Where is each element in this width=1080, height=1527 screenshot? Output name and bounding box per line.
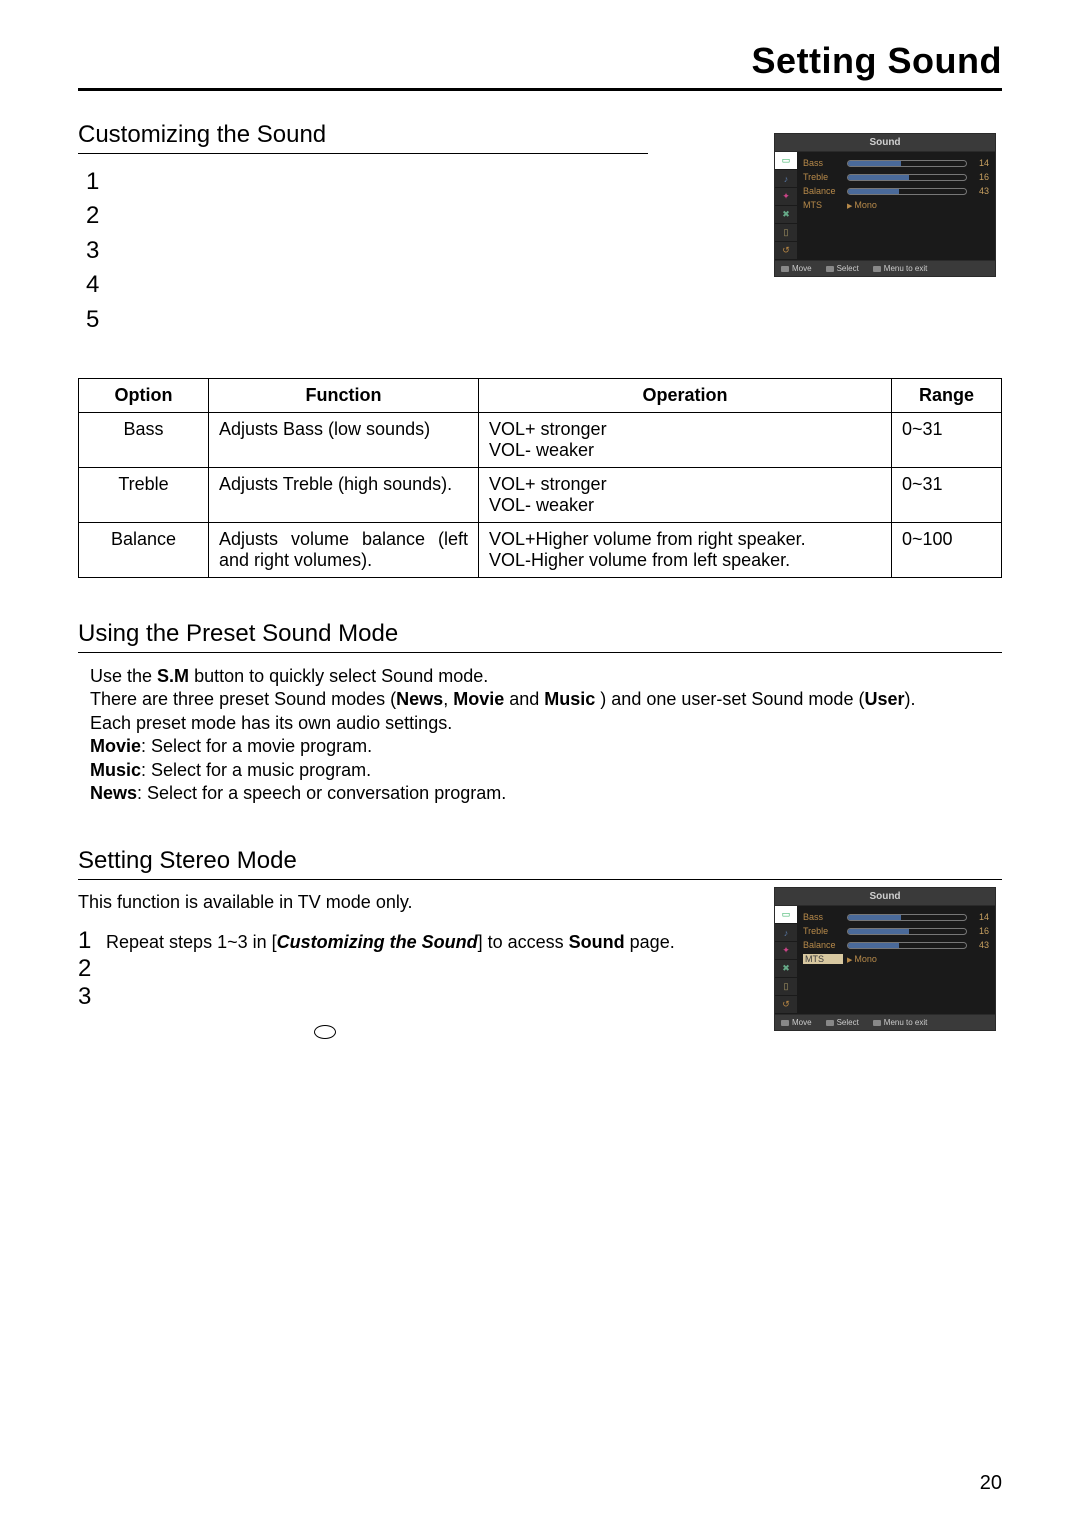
td-range: 0~31 bbox=[892, 412, 1002, 467]
osd-value: 14 bbox=[971, 158, 989, 168]
td-option: Bass bbox=[79, 412, 209, 467]
osd-footer: Move Select Menu to exit bbox=[774, 261, 996, 277]
td-function: Adjusts Bass (low sounds) bbox=[209, 412, 479, 467]
osd-slider bbox=[847, 914, 967, 921]
td-function: Adjusts volume balance (left and right v… bbox=[209, 522, 479, 577]
osd-label: Treble bbox=[803, 926, 843, 936]
osd-label: Bass bbox=[803, 158, 843, 168]
osd-slider bbox=[847, 160, 967, 167]
return-icon: ↺ bbox=[775, 242, 797, 260]
section-preset: Using the Preset Sound Mode Use the S.M … bbox=[78, 620, 1002, 805]
preset-line: Music: Select for a music program. bbox=[90, 759, 970, 782]
osd-slider bbox=[847, 942, 967, 949]
td-operation: VOL+Higher volume from right speaker. VO… bbox=[479, 522, 892, 577]
preset-line: There are three preset Sound modes (News… bbox=[90, 688, 970, 711]
osd-row-balance: Balance 43 bbox=[803, 940, 989, 950]
timer-icon: ✦ bbox=[775, 942, 797, 960]
sound-icon: ♪ bbox=[775, 170, 797, 188]
osd-category-icons: ▭ ♪ ✦ ✖ ▯ ↺ bbox=[775, 152, 797, 260]
th-range: Range bbox=[892, 378, 1002, 412]
osd-value: 14 bbox=[971, 912, 989, 922]
osd-label-highlight: MTS bbox=[803, 954, 843, 964]
settings-icon: ✖ bbox=[775, 960, 797, 978]
osd-foot-move: Move bbox=[781, 264, 812, 273]
osd-label: Balance bbox=[803, 940, 843, 950]
osd-value: 16 bbox=[971, 926, 989, 936]
return-icon: ↺ bbox=[775, 996, 797, 1014]
osd-row-mts: MTS Mono bbox=[803, 954, 989, 964]
table-row: Balance Adjusts volume balance (left and… bbox=[79, 522, 1002, 577]
osd-label: MTS bbox=[803, 200, 843, 210]
td-range: 0~31 bbox=[892, 467, 1002, 522]
section-stereo-title: Setting Stereo Mode bbox=[78, 847, 1002, 875]
tv-icon: ▯ bbox=[775, 224, 797, 242]
td-operation: VOL+ stronger VOL- weaker bbox=[479, 412, 892, 467]
th-function: Function bbox=[209, 378, 479, 412]
section-stereo: Setting Stereo Mode This function is ava… bbox=[78, 847, 1002, 1044]
page-title: Setting Sound bbox=[78, 40, 1002, 82]
section-customizing: Customizing the Sound 1 2 3 4 5 Sound ▭ … bbox=[78, 121, 1002, 578]
picture-icon: ▭ bbox=[775, 152, 797, 170]
settings-icon: ✖ bbox=[775, 206, 797, 224]
osd-mts-value: Mono bbox=[847, 200, 877, 210]
td-function: Adjusts Treble (high sounds). bbox=[209, 467, 479, 522]
osd-foot-exit: Menu to exit bbox=[873, 1018, 928, 1027]
osd-row-bass: Bass 14 bbox=[803, 158, 989, 168]
picture-icon: ▭ bbox=[775, 906, 797, 924]
preset-line: Movie: Select for a movie program. bbox=[90, 735, 970, 758]
th-option: Option bbox=[79, 378, 209, 412]
osd-title: Sound bbox=[774, 887, 996, 906]
preset-line: Each preset mode has its own audio setti… bbox=[90, 712, 970, 735]
osd-row-treble: Treble 16 bbox=[803, 172, 989, 182]
th-operation: Operation bbox=[479, 378, 892, 412]
osd-slider bbox=[847, 174, 967, 181]
osd-value: 43 bbox=[971, 186, 989, 196]
stereo-icon bbox=[314, 1025, 336, 1039]
timer-icon: ✦ bbox=[775, 188, 797, 206]
osd-row-treble: Treble 16 bbox=[803, 926, 989, 936]
options-table: Option Function Operation Range Bass Adj… bbox=[78, 378, 1002, 578]
table-row: Bass Adjusts Bass (low sounds) VOL+ stro… bbox=[79, 412, 1002, 467]
osd-slider bbox=[847, 188, 967, 195]
osd-row-bass: Bass 14 bbox=[803, 912, 989, 922]
osd-value: 43 bbox=[971, 940, 989, 950]
osd-foot-select: Select bbox=[826, 1018, 859, 1027]
preset-line: Use the S.M button to quickly select Sou… bbox=[90, 665, 970, 688]
osd-row-balance: Balance 43 bbox=[803, 186, 989, 196]
tv-icon: ▯ bbox=[775, 978, 797, 996]
osd-mts-value: Mono bbox=[847, 954, 877, 964]
osd-title: Sound bbox=[774, 133, 996, 152]
osd-label: Balance bbox=[803, 186, 843, 196]
table-row: Treble Adjusts Treble (high sounds). VOL… bbox=[79, 467, 1002, 522]
td-option: Balance bbox=[79, 522, 209, 577]
osd-foot-select: Select bbox=[826, 264, 859, 273]
preset-line: News: Select for a speech or conversatio… bbox=[90, 782, 970, 805]
osd-sound-menu: Sound ▭ ♪ ✦ ✖ ▯ ↺ Bass 14 bbox=[774, 133, 996, 277]
page-number: 20 bbox=[980, 1472, 1002, 1495]
step-num: 5 bbox=[86, 304, 1002, 336]
osd-label: Treble bbox=[803, 172, 843, 182]
osd-foot-move: Move bbox=[781, 1018, 812, 1027]
osd-footer: Move Select Menu to exit bbox=[774, 1015, 996, 1031]
osd-value: 16 bbox=[971, 172, 989, 182]
section-preset-title: Using the Preset Sound Mode bbox=[78, 620, 1002, 648]
osd-label: Bass bbox=[803, 912, 843, 922]
td-operation: VOL+ stronger VOL- weaker bbox=[479, 467, 892, 522]
osd-row-mts: MTS Mono bbox=[803, 200, 989, 210]
td-range: 0~100 bbox=[892, 522, 1002, 577]
osd-sound-menu-stereo: Sound ▭ ♪ ✦ ✖ ▯ ↺ Bass 14 bbox=[774, 887, 996, 1031]
osd-category-icons: ▭ ♪ ✦ ✖ ▯ ↺ bbox=[775, 906, 797, 1014]
sound-icon: ♪ bbox=[775, 924, 797, 942]
osd-slider bbox=[847, 928, 967, 935]
osd-foot-exit: Menu to exit bbox=[873, 264, 928, 273]
td-option: Treble bbox=[79, 467, 209, 522]
